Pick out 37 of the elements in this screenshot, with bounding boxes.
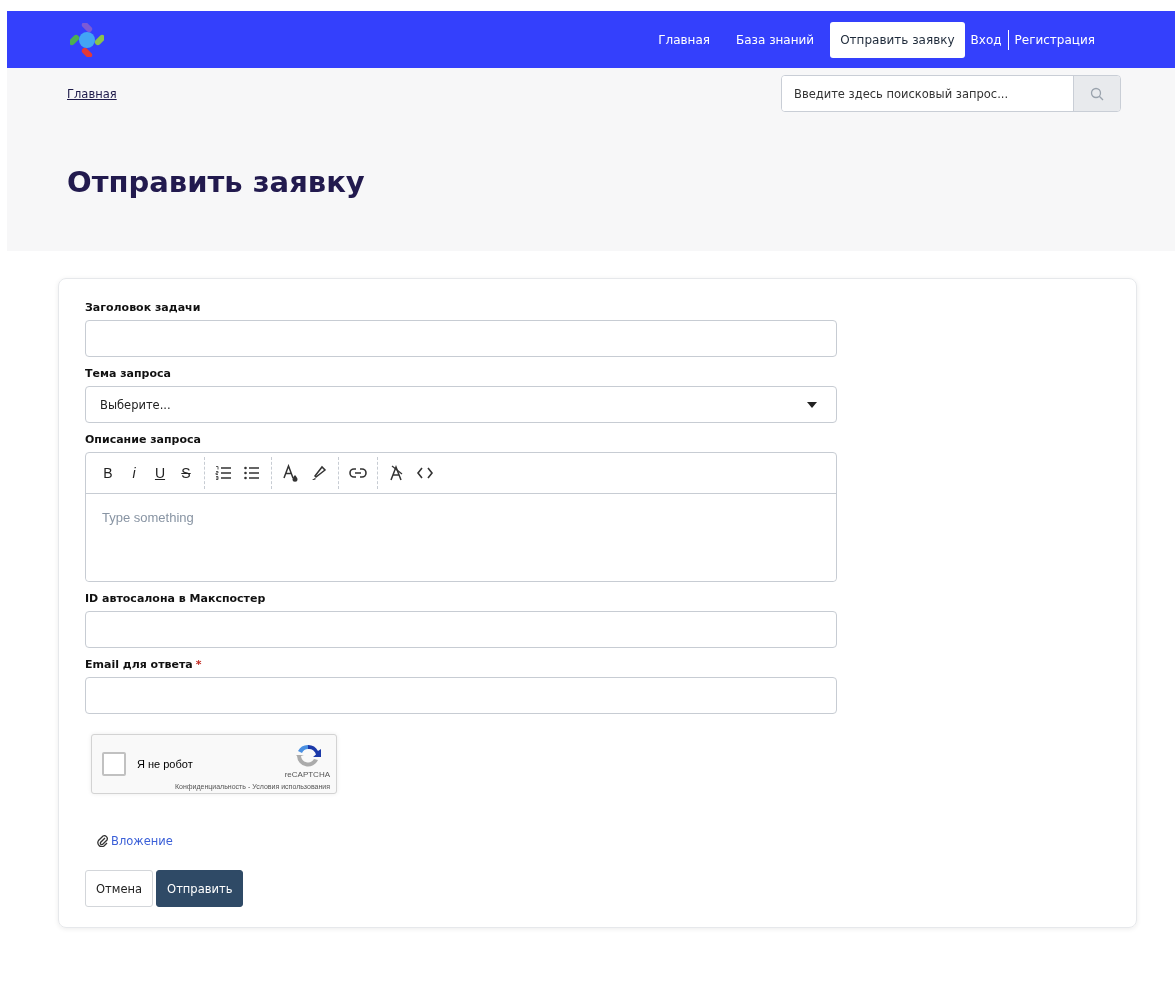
register-link[interactable]: Регистрация xyxy=(1014,32,1095,47)
nav-link[interactable]: Главная xyxy=(648,21,720,58)
nav-link[interactable]: База знаний xyxy=(726,21,825,58)
page-title: Отправить заявку xyxy=(67,165,366,199)
submit-button[interactable]: Отправить xyxy=(156,870,244,907)
paperclip-icon[interactable] xyxy=(97,835,108,847)
attachment-link[interactable]: Вложение xyxy=(111,834,173,848)
field-label: ID автосалона в Макспостер xyxy=(85,592,267,605)
captcha-label: Я не робот xyxy=(137,758,194,770)
captcha-checkbox[interactable] xyxy=(102,752,126,776)
field-label: Заголовок задачи xyxy=(85,301,202,314)
text-input-field[interactable] xyxy=(85,320,837,357)
logo-icon[interactable] xyxy=(70,22,104,57)
nav-link[interactable]: Отправить заявку xyxy=(830,21,965,58)
field-label: Тема запроса xyxy=(85,367,172,380)
editor-text-area[interactable]: Type something xyxy=(86,493,836,581)
underline-button[interactable]: U xyxy=(150,465,170,481)
breadcrumb-link[interactable]: Главная xyxy=(67,86,117,101)
search-field[interactable]: Введите здесь поисковый запрос... xyxy=(781,75,1121,112)
rich-text-editor[interactable]: B i U S Type something xyxy=(85,452,837,582)
field-label: Описание запроса xyxy=(85,433,202,446)
numbered-list-icon[interactable] xyxy=(215,464,233,482)
captcha-brand: reCAPTCHA xyxy=(284,769,330,779)
text-color-icon[interactable] xyxy=(282,464,300,482)
caret-icon[interactable] xyxy=(807,401,817,408)
italic-button[interactable]: i xyxy=(124,465,144,481)
strike-button[interactable]: S xyxy=(176,465,196,481)
cancel-button[interactable]: Отмена xyxy=(85,870,154,907)
bullet-list-icon[interactable] xyxy=(243,464,261,482)
marker-icon[interactable] xyxy=(310,464,328,482)
bold-button[interactable]: B xyxy=(98,465,118,481)
field-label: Email для ответа xyxy=(85,658,193,671)
text-input-field[interactable] xyxy=(85,677,837,714)
select-dropdown[interactable]: Выберите... xyxy=(85,386,837,423)
login-link[interactable]: Вход xyxy=(970,32,1002,47)
required-mark: * xyxy=(195,658,202,671)
text-input-field[interactable] xyxy=(85,611,837,648)
